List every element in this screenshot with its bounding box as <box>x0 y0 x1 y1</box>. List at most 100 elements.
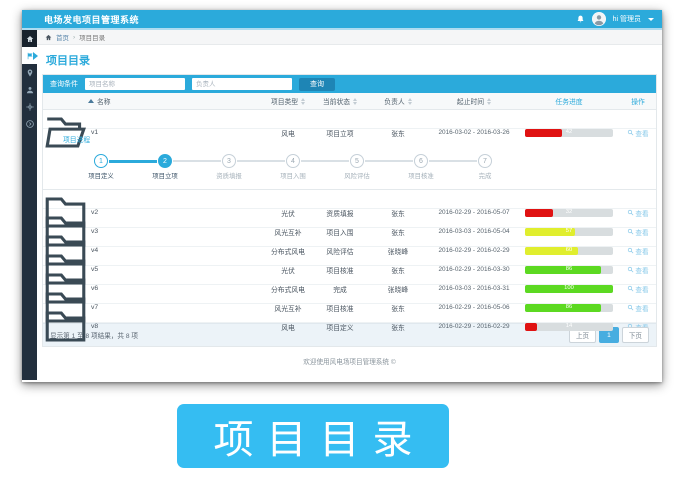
sidebar-item-map[interactable] <box>22 64 37 81</box>
home-icon <box>26 35 34 43</box>
process-step-2: 2项目立项 <box>133 154 197 180</box>
view-link[interactable]: 查看 <box>620 208 656 218</box>
project-owner: 张晓峰 <box>366 246 430 256</box>
footer-text: 欢迎使用风电场项目管理系统 © <box>37 356 662 366</box>
progress-bar: 86 <box>525 304 613 312</box>
view-link-label: 查看 <box>635 128 648 138</box>
project-type: 风光互补 <box>262 303 314 313</box>
view-link[interactable]: 查看 <box>620 284 656 294</box>
breadcrumb-current: 项目目录 <box>79 32 105 42</box>
table-row[interactable]: v2 光伏 资质填报 张东 2016-02-29 - 2016-05-07 32… <box>43 190 656 209</box>
magnifier-icon <box>627 247 634 254</box>
project-type: 分布式风电 <box>262 284 314 294</box>
project-name: v1 <box>88 129 262 136</box>
view-link-label: 查看 <box>635 246 648 256</box>
folder-closed-icon[interactable] <box>43 304 88 349</box>
project-name: v3 <box>88 228 262 235</box>
column-name[interactable]: 名称 <box>88 96 262 106</box>
view-link[interactable]: 查看 <box>620 265 656 275</box>
caption-label: 项目目录 <box>177 404 449 468</box>
view-link[interactable]: 查看 <box>620 128 656 138</box>
breadcrumb-separator: › <box>73 34 75 41</box>
process-step-3: 3资质填报 <box>197 154 261 180</box>
user-menu-label[interactable]: hi 管理员 <box>613 14 641 24</box>
column-status-label: 当前状态 <box>323 96 350 106</box>
progress-bar: 14 <box>525 323 613 331</box>
step-number: 5 <box>350 154 364 168</box>
user-avatar[interactable] <box>592 12 606 26</box>
column-progress: 任务进度 <box>518 96 620 106</box>
progress-bar: 32 <box>525 209 613 217</box>
project-status: 项目立项 <box>314 128 366 138</box>
project-type: 光伏 <box>262 208 314 218</box>
magnifier-icon <box>627 129 634 136</box>
column-type[interactable]: 项目类型 <box>262 96 314 106</box>
progress-value: 57 <box>525 228 613 236</box>
query-label: 查询条件 <box>50 79 78 89</box>
user-icon <box>26 86 34 94</box>
sidebar <box>22 30 37 380</box>
sidebar-item-settings[interactable] <box>22 98 37 115</box>
progress-value: 42 <box>525 129 613 137</box>
main-area: 首页 › 项目目录 项目目录 查询条件 查询 <box>22 30 662 380</box>
bell-icon[interactable] <box>576 15 585 24</box>
view-link[interactable]: 查看 <box>620 303 656 313</box>
sidebar-item-collapse[interactable] <box>22 115 37 132</box>
project-type: 风电 <box>262 128 314 138</box>
column-dates-label: 起止时间 <box>457 96 484 106</box>
screenshot-canvas: 电场发电项目管理系统 hi 管理员 <box>0 0 682 488</box>
table-body: v1 风电 项目立项 张东 2016-03-02 - 2016-03-26 42… <box>43 110 656 323</box>
sidebar-item-home[interactable] <box>22 30 37 47</box>
folder-open-icon[interactable] <box>43 110 88 155</box>
view-link[interactable]: 查看 <box>620 246 656 256</box>
project-name: v6 <box>88 285 262 292</box>
project-dates: 2016-02-29 - 2016-02-29 <box>430 247 518 254</box>
column-dates[interactable]: 起止时间 <box>430 96 518 106</box>
step-label: 风险评估 <box>325 171 389 180</box>
search-button[interactable]: 查询 <box>299 78 335 91</box>
view-link[interactable]: 查看 <box>620 227 656 237</box>
project-owner: 张东 <box>366 303 430 313</box>
project-name: v5 <box>88 266 262 273</box>
project-owner: 张东 <box>366 322 430 332</box>
map-pin-icon <box>26 69 34 77</box>
column-name-label: 名称 <box>97 96 111 106</box>
project-status: 项目定义 <box>314 322 366 332</box>
magnifier-icon <box>627 285 634 292</box>
progress-bar: 100 <box>525 285 613 293</box>
step-label: 完成 <box>453 171 517 180</box>
breadcrumb-home-link[interactable]: 首页 <box>56 32 69 42</box>
sidebar-item-projects[interactable] <box>22 47 37 64</box>
project-type: 风光互补 <box>262 227 314 237</box>
view-link-label: 查看 <box>635 227 648 237</box>
step-label: 项目核准 <box>389 171 453 180</box>
content-area: 首页 › 项目目录 项目目录 查询条件 查询 <box>37 30 662 380</box>
progress-bar: 86 <box>525 266 613 274</box>
process-step-5: 5 风险评估 <box>325 154 389 180</box>
page-title: 项目目录 <box>46 52 662 68</box>
project-status: 项目核准 <box>314 265 366 275</box>
table-row[interactable]: v1 风电 项目立项 张东 2016-03-02 - 2016-03-26 42… <box>43 110 656 129</box>
step-label: 项目入围 <box>261 171 325 180</box>
results-summary: 显示第 1 至 8 项结果，共 8 项 <box>50 330 138 340</box>
process-step-4: 4项目入围 <box>261 154 325 180</box>
chevron-down-icon <box>648 18 654 21</box>
project-name: v2 <box>88 209 262 216</box>
project-owner: 张东 <box>366 128 430 138</box>
sidebar-item-users[interactable] <box>22 81 37 98</box>
progress-bar: 60 <box>525 247 613 255</box>
owner-input[interactable] <box>192 78 292 90</box>
process-step-7: 7 完成 <box>453 154 517 180</box>
next-page-button[interactable]: 下页 <box>622 327 649 343</box>
progress-value: 100 <box>525 285 613 293</box>
query-bar: 查询条件 查询 <box>43 75 656 93</box>
step-number: 7 <box>478 154 492 168</box>
column-type-label: 项目类型 <box>271 96 298 106</box>
progress-value: 60 <box>525 247 613 255</box>
navbar-right: hi 管理员 <box>576 12 654 26</box>
column-status[interactable]: 当前状态 <box>314 96 366 106</box>
column-ops: 操作 <box>620 96 656 106</box>
app-window: 电场发电项目管理系统 hi 管理员 <box>22 10 662 382</box>
project-name-input[interactable] <box>85 78 185 90</box>
column-owner[interactable]: 负责人 <box>366 96 430 106</box>
